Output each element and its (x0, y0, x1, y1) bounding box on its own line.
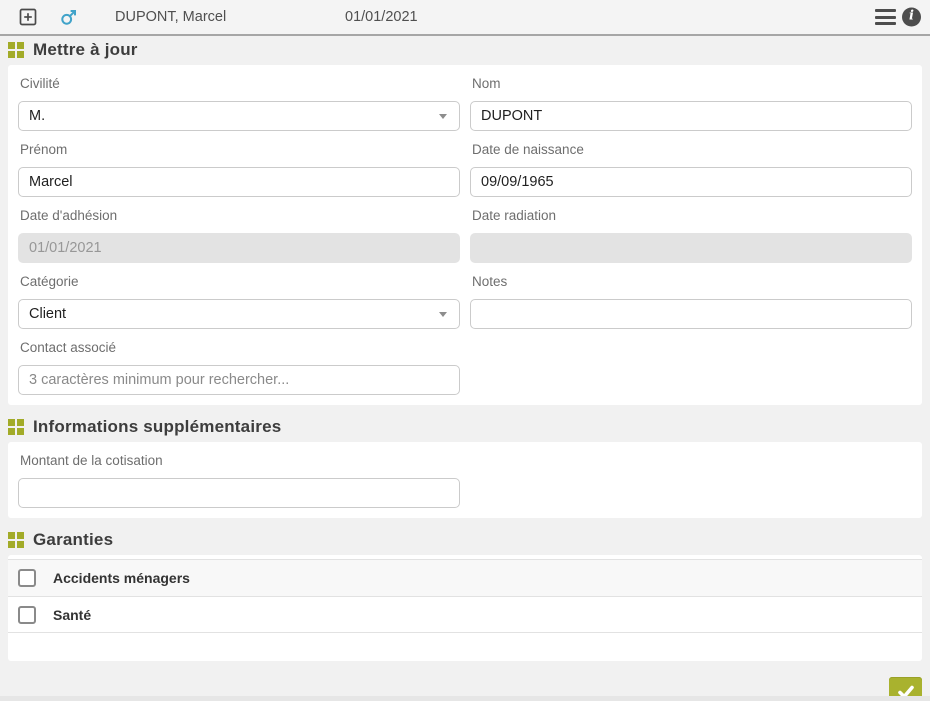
caret-down-icon (439, 312, 447, 317)
record-person-name: DUPONT, Marcel (115, 9, 226, 25)
grid-icon (8, 532, 24, 548)
date-adhesion-input (18, 233, 460, 263)
window-bottom-edge (0, 696, 930, 701)
field-civilite: Civilité M. (18, 65, 460, 131)
caret-down-icon (439, 114, 447, 119)
field-nom: Nom (470, 65, 912, 131)
guarantees-list: Accidents ménagers Santé (8, 559, 922, 633)
guarantee-checkbox-sante[interactable] (18, 606, 36, 624)
categorie-label: Catégorie (20, 274, 458, 290)
grid-icon (8, 42, 24, 58)
date-naissance-input[interactable] (470, 167, 912, 197)
section-title-guarantees: Garanties (33, 530, 113, 550)
record-membership-date: 01/01/2021 (345, 9, 418, 25)
field-date-naissance: Date de naissance (470, 131, 912, 197)
field-categorie: Catégorie Client (18, 263, 460, 329)
nom-label: Nom (472, 76, 910, 92)
field-notes: Notes (470, 263, 912, 329)
guarantee-label: Santé (53, 607, 91, 623)
guarantee-row-accidents-menagers[interactable]: Accidents ménagers (8, 560, 922, 596)
date-radiation-input (470, 233, 912, 263)
grid-icon (8, 419, 24, 435)
montant-cotisation-input[interactable] (18, 478, 460, 508)
hamburger-menu-icon[interactable] (875, 9, 896, 25)
categorie-selected-value: Client (29, 306, 66, 322)
record-header-bar: DUPONT, Marcel 01/01/2021 i (0, 0, 930, 36)
civilite-select[interactable]: M. (18, 101, 460, 131)
contact-associe-label: Contact associé (20, 340, 458, 356)
field-contact-associe: Contact associé (18, 329, 460, 395)
civilite-selected-value: M. (29, 108, 45, 124)
section-title-update: Mettre à jour (33, 40, 138, 60)
field-date-radiation: Date radiation (470, 197, 912, 263)
field-date-adhesion: Date d'adhésion (18, 197, 460, 263)
section-header-guarantees: Garanties (0, 526, 930, 553)
male-gender-icon (60, 8, 78, 26)
guarantee-row-sante[interactable]: Santé (8, 596, 922, 632)
guarantee-checkbox-accidents-menagers[interactable] (18, 569, 36, 587)
notes-input[interactable] (470, 299, 912, 329)
categorie-select[interactable]: Client (18, 299, 460, 329)
nom-input[interactable] (470, 101, 912, 131)
field-montant-cotisation: Montant de la cotisation (18, 442, 460, 508)
prenom-input[interactable] (18, 167, 460, 197)
civilite-label: Civilité (20, 76, 458, 92)
expand-plus-square-icon[interactable] (19, 8, 37, 26)
section-header-update: Mettre à jour (0, 36, 930, 63)
date-radiation-label: Date radiation (472, 208, 910, 224)
notes-label: Notes (472, 274, 910, 290)
montant-cotisation-label: Montant de la cotisation (20, 453, 458, 469)
field-prenom: Prénom (18, 131, 460, 197)
prenom-label: Prénom (20, 142, 458, 158)
date-naissance-label: Date de naissance (472, 142, 910, 158)
section-title-additional: Informations supplémentaires (33, 417, 281, 437)
contact-associe-search-input[interactable] (18, 365, 460, 395)
date-adhesion-label: Date d'adhésion (20, 208, 458, 224)
guarantee-label: Accidents ménagers (53, 570, 190, 586)
info-icon[interactable]: i (902, 8, 921, 27)
section-header-additional: Informations supplémentaires (0, 413, 930, 440)
